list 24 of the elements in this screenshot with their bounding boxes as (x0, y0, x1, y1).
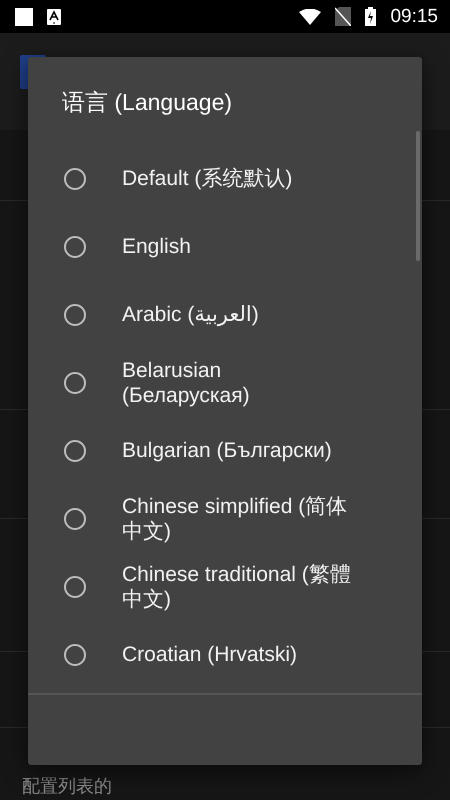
notification-square-icon (15, 8, 33, 26)
language-option[interactable]: Croatian (Hrvatski) (122, 642, 354, 668)
radio-button[interactable] (64, 372, 86, 394)
radio-button[interactable] (64, 576, 86, 598)
battery-charging-icon (365, 7, 376, 26)
language-option[interactable]: Chinese traditional (繁體中文) (122, 562, 354, 612)
keyboard-letter-icon (47, 8, 61, 24)
wifi-icon (299, 8, 322, 24)
language-option[interactable]: Chinese simplified (简体中文) (122, 494, 354, 544)
setting-subtitle: 配置列表的 (22, 775, 112, 798)
language-option[interactable]: Arabic (العربية) (122, 302, 354, 328)
radio-button[interactable] (64, 304, 86, 326)
radio-button[interactable] (64, 168, 86, 190)
clock-time: 09:15 (390, 6, 438, 28)
radio-button[interactable] (64, 236, 86, 258)
radio-button[interactable] (64, 440, 86, 462)
language-option[interactable]: Belarusian (Беларуская) (122, 358, 354, 408)
radio-button[interactable] (64, 644, 86, 666)
language-option[interactable]: English (122, 234, 354, 260)
no-sim-icon (335, 7, 352, 26)
language-option[interactable]: Default (系统默认) (122, 166, 354, 192)
dialog-title: 语言 (Language) (62, 88, 232, 117)
radio-button[interactable] (64, 508, 86, 530)
language-option[interactable]: Bulgarian (Български) (122, 438, 354, 464)
